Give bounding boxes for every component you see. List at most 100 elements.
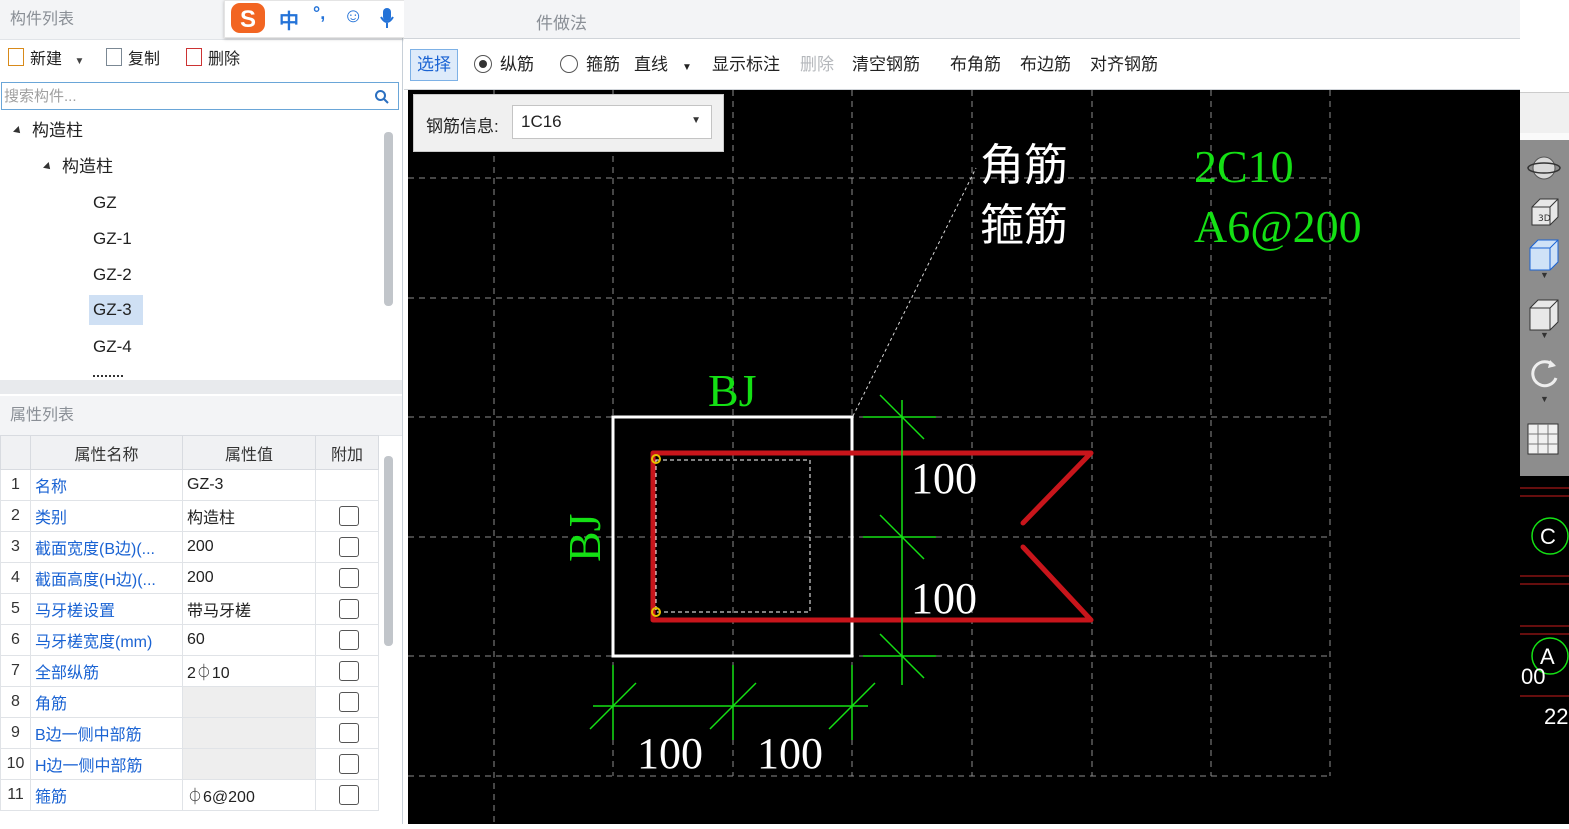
minimap-view[interactable]: C A 00 22 — [1520, 476, 1569, 824]
emoji-icon[interactable]: ☺ — [343, 5, 363, 28]
row-number: 10 — [0, 748, 31, 780]
show-annotation-button[interactable]: 显示标注 — [712, 53, 780, 77]
orbit-sphere-icon[interactable] — [1526, 152, 1562, 184]
radio-stirrup[interactable]: 箍筋 — [560, 53, 620, 77]
property-scrollbar[interactable] — [384, 456, 393, 646]
property-value[interactable]: ⏀6@200 — [182, 779, 316, 811]
row-number: 7 — [0, 655, 31, 687]
search-icon[interactable] — [374, 89, 390, 105]
extra-checkbox[interactable] — [339, 506, 359, 526]
tree-scrollbar[interactable] — [384, 132, 393, 306]
select-button[interactable]: 选择 — [410, 49, 458, 81]
right-side-strip: 3D ▼ ▼ ▼ C A 00 22 — [1520, 0, 1569, 824]
property-name: B边一侧中部筋 — [30, 717, 183, 749]
drawing-canvas[interactable]: 100 100 100 100 BJ BJ 角筋 箍筋 2C10 A6@200 — [408, 90, 1520, 824]
extra-checkbox[interactable] — [339, 692, 359, 712]
property-row[interactable]: 5 马牙槎设置 带马牙槎 — [0, 593, 379, 625]
header-blank — [0, 435, 31, 470]
ime-chinese-toggle[interactable]: 中 — [279, 5, 299, 34]
property-value[interactable]: 200 — [182, 562, 316, 594]
tree-item-gz-3-selected[interactable]: GZ-3 — [89, 295, 143, 325]
property-value[interactable]: 200 — [182, 531, 316, 563]
property-row[interactable]: 4 截面高度(H边)(... 200 — [0, 562, 379, 594]
property-row[interactable]: 7 全部纵筋 2⏀10 — [0, 655, 379, 687]
tree-root-item[interactable]: 构造柱 — [13, 116, 83, 146]
extra-checkbox[interactable] — [339, 785, 359, 805]
rotate-icon[interactable]: ▼ — [1526, 356, 1562, 404]
copy-button[interactable]: 复制 — [106, 46, 160, 74]
clear-rebar-button[interactable]: 清空钢筋 — [852, 53, 920, 77]
extra-checkbox[interactable] — [339, 537, 359, 557]
property-value[interactable] — [182, 717, 316, 749]
place-corner-bar-button[interactable]: 布角筋 — [950, 53, 1001, 77]
property-list-title: 属性列表 — [0, 396, 402, 436]
align-rebar-button[interactable]: 对齐钢筋 — [1090, 53, 1158, 77]
view-3d-icon[interactable]: 3D — [1526, 195, 1562, 231]
sogou-logo-icon[interactable]: S — [229, 1, 269, 37]
new-button[interactable]: 新建 ▼ — [8, 46, 84, 74]
tree-item-gz-2[interactable]: GZ-2 — [93, 260, 132, 290]
property-row[interactable]: 10 H边一侧中部筋 — [0, 748, 379, 780]
extra-checkbox[interactable] — [339, 630, 359, 650]
microphone-icon[interactable] — [379, 7, 395, 29]
dim-bottom-right-text: 100 — [757, 729, 823, 778]
property-value[interactable] — [182, 748, 316, 780]
ime-punct-toggle[interactable]: °, — [313, 3, 325, 24]
expand-arrow-icon[interactable] — [13, 126, 23, 136]
tree-group-item[interactable]: 构造柱 — [43, 152, 113, 182]
property-value[interactable]: 2⏀10 — [182, 655, 316, 687]
property-row[interactable]: 9 B边一侧中部筋 — [0, 717, 379, 749]
property-name: 截面宽度(B边)(... — [30, 531, 183, 563]
tree-item-gz[interactable]: GZ — [93, 188, 117, 218]
view-box-icon[interactable]: ▼ — [1526, 298, 1562, 338]
rebar-info-panel: 钢筋信息: 1C16 ▼ — [413, 94, 724, 152]
view-cube-icon[interactable]: ▼ — [1526, 238, 1562, 278]
property-row[interactable]: 3 截面宽度(B边)(... 200 — [0, 531, 379, 563]
row-number: 3 — [0, 531, 31, 563]
rebar-info-select[interactable]: 1C16 ▼ — [512, 105, 712, 139]
dropdown-arrow-icon[interactable]: ▼ — [74, 48, 84, 76]
corner-bar-value[interactable]: 2C10 — [1194, 141, 1294, 192]
property-row[interactable]: 6 马牙槎宽度(mm) 60 — [0, 624, 379, 656]
delete-button[interactable]: 删除 — [186, 46, 240, 74]
property-value[interactable]: 60 — [182, 624, 316, 656]
tree-item-gz-1[interactable]: GZ-1 — [93, 224, 132, 254]
extra-cell — [315, 655, 379, 687]
tree-item-gz-4[interactable]: GZ-4 — [93, 332, 132, 362]
property-name: H边一侧中部筋 — [30, 748, 183, 780]
property-value[interactable]: GZ-3 — [182, 469, 316, 501]
extra-cell — [315, 593, 379, 625]
property-value[interactable]: 构造柱 — [182, 500, 316, 532]
extra-checkbox[interactable] — [339, 568, 359, 588]
tab-component-method[interactable]: 件做法 — [536, 9, 587, 34]
property-row[interactable]: 8 角筋 — [0, 686, 379, 718]
svg-text:S: S — [240, 6, 256, 33]
property-name: 类别 — [30, 500, 183, 532]
property-row[interactable]: 11 箍筋 ⏀6@200 — [0, 779, 379, 811]
property-value[interactable] — [182, 686, 316, 718]
grid-settings-icon[interactable] — [1526, 422, 1562, 458]
extra-cell — [315, 779, 379, 811]
extra-checkbox[interactable] — [339, 599, 359, 619]
extra-checkbox[interactable] — [339, 661, 359, 681]
svg-text:▼: ▼ — [1540, 330, 1549, 338]
extra-checkbox[interactable] — [339, 754, 359, 774]
extra-cell — [315, 500, 379, 532]
radio-longitudinal[interactable]: 纵筋 — [474, 53, 534, 77]
svg-text:▼: ▼ — [1540, 270, 1549, 278]
delete-rebar-button[interactable]: 删除 — [800, 53, 834, 77]
place-edge-bar-button[interactable]: 布边筋 — [1020, 53, 1071, 77]
search-input[interactable] — [2, 83, 366, 109]
extra-cell — [315, 469, 379, 501]
expand-arrow-icon[interactable] — [43, 162, 53, 172]
property-value[interactable]: 带马牙槎 — [182, 593, 316, 625]
panel-splitter[interactable] — [0, 380, 402, 394]
dim-right-top-text: 100 — [911, 454, 977, 503]
property-row[interactable]: 2 类别 构造柱 — [0, 500, 379, 532]
stirrup-value[interactable]: A6@200 — [1194, 201, 1362, 252]
property-row[interactable]: 1 名称 GZ-3 — [0, 469, 379, 501]
leader-line — [852, 167, 977, 417]
extra-checkbox[interactable] — [339, 723, 359, 743]
right-tab-bar: 件做法 — [404, 0, 1520, 39]
line-mode-dropdown[interactable]: 直线 ▼ — [634, 53, 714, 77]
